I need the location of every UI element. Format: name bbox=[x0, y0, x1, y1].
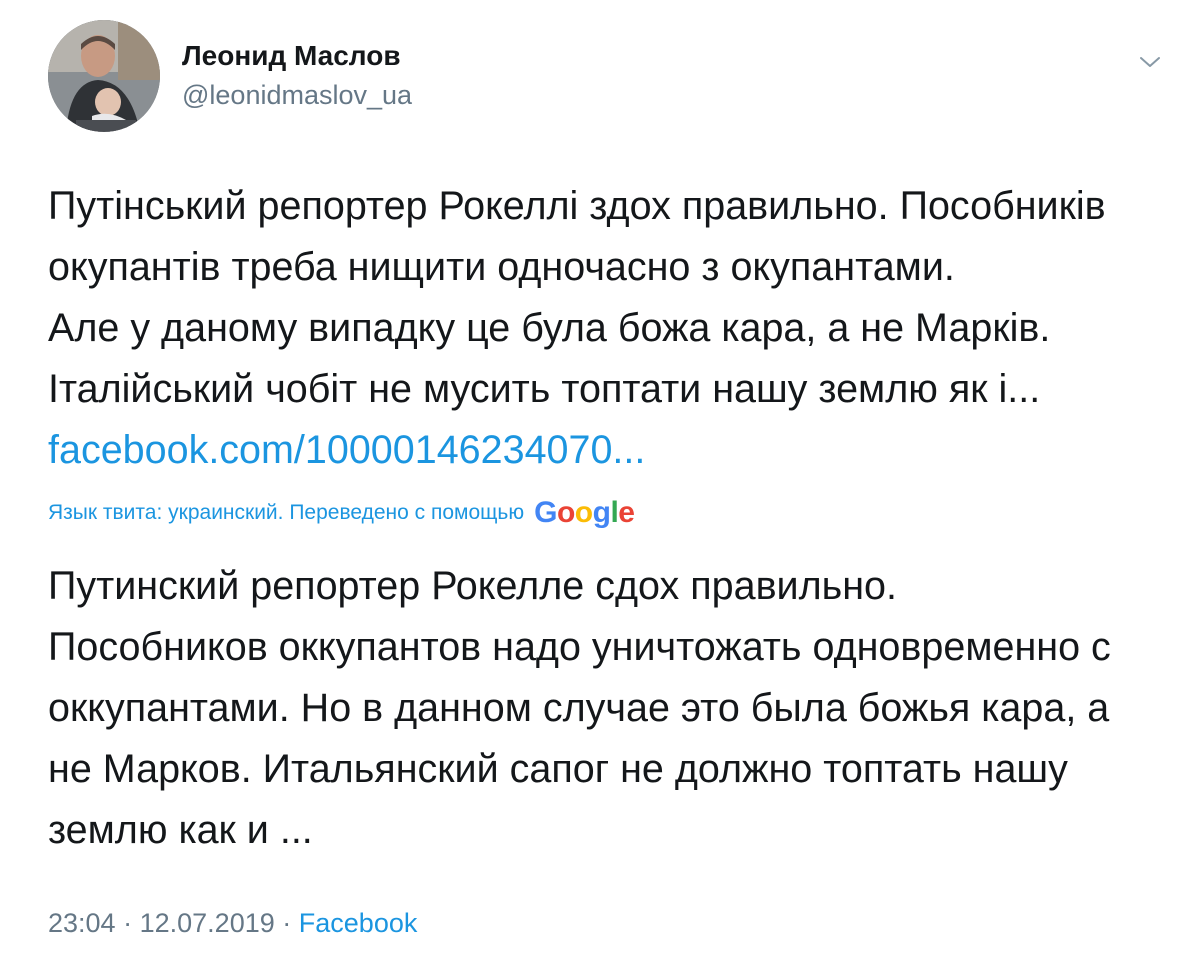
tweet-line: Путінський репортер Рокеллі здох правиль… bbox=[48, 184, 1106, 228]
tweet-meta: 23:04 · 12.07.2019 · Facebook bbox=[48, 908, 417, 939]
profile-photo-icon bbox=[48, 20, 160, 132]
tweet-line: окупантів треба нищити одночасно з окупа… bbox=[48, 245, 955, 289]
meta-separator: · bbox=[282, 908, 292, 938]
google-logo: Google bbox=[534, 496, 635, 529]
tweet-card: Леонид Маслов @leonidmaslov_ua Путінськи… bbox=[0, 0, 1200, 974]
translated-line: землю как и ... bbox=[48, 808, 313, 852]
translated-line: оккупантами. Но в данном случае это была… bbox=[48, 686, 1110, 730]
translated-line: Путинский репортер Рокелле сдох правильн… bbox=[48, 564, 897, 608]
tweet-source-link[interactable]: Facebook bbox=[299, 908, 418, 938]
author-handle[interactable]: @leonidmaslov_ua bbox=[182, 80, 412, 111]
tweet-line: Італійський чобіт не мусить топтати нашу… bbox=[48, 367, 1041, 411]
tweet-translated-text: Путинский репортер Рокелле сдох правильн… bbox=[48, 556, 1111, 861]
tweet-link[interactable]: facebook.com/10000146234070... bbox=[48, 428, 645, 472]
tweet-original-text: Путінський репортер Рокеллі здох правиль… bbox=[48, 176, 1106, 481]
avatar[interactable] bbox=[48, 20, 160, 132]
translated-line: не Марков. Итальянский сапог не должно т… bbox=[48, 747, 1068, 791]
tweet-time[interactable]: 23:04 bbox=[48, 908, 116, 938]
translation-note-text: Язык твита: украинский. Переведено с пом… bbox=[48, 501, 525, 524]
tweet-line: Але у даному випадку це була божа кара, … bbox=[48, 306, 1051, 350]
author-name[interactable]: Леонид Маслов bbox=[182, 40, 401, 72]
translation-note[interactable]: Язык твита: украинский. Переведено с пом… bbox=[48, 496, 635, 530]
meta-separator: · bbox=[123, 908, 133, 938]
translated-line: Пособников оккупантов надо уничтожать од… bbox=[48, 625, 1111, 669]
chevron-down-icon[interactable] bbox=[1138, 50, 1162, 74]
tweet-date[interactable]: 12.07.2019 bbox=[140, 908, 275, 938]
